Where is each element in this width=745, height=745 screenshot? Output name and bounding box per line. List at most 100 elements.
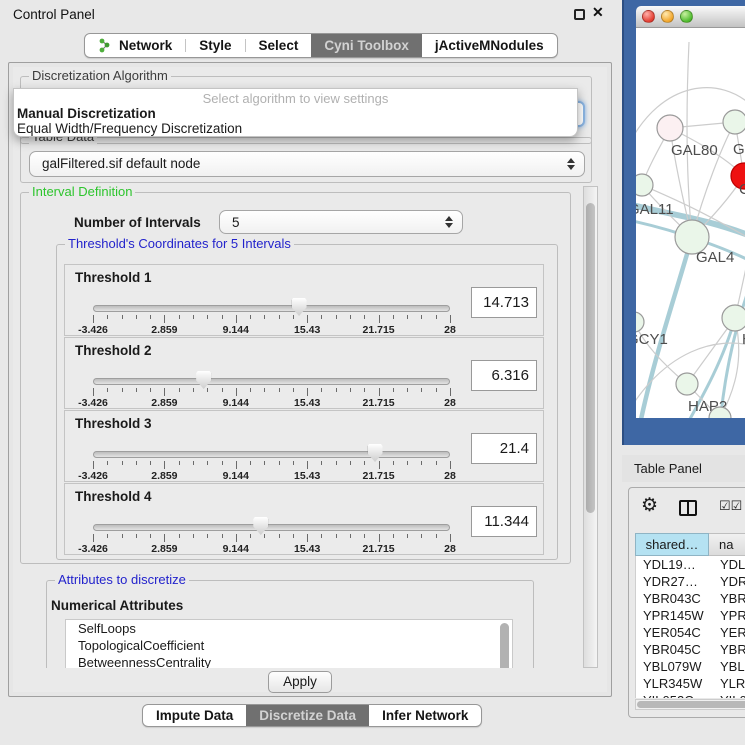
table-row[interactable]: YBR043CYBR0 [636,590,745,607]
tick-label: 15.43 [294,470,320,482]
threshold-2-slider-handle[interactable] [196,371,211,389]
cell-name[interactable]: YIL0 [710,692,745,698]
gear-icon[interactable]: ⚙ [641,494,658,517]
threshold-4-slider-track[interactable] [93,524,450,531]
popup-item-equal-width-frequency[interactable]: Equal Width/Frequency Discretization [14,121,577,136]
table-row[interactable]: YER054CYER0 [636,624,745,641]
column-selector-icon[interactable] [679,500,697,516]
cell-name[interactable]: YPR1 [710,607,745,624]
number-of-intervals-combobox[interactable]: 5 [219,210,463,234]
panel-vertical-scrollbar[interactable] [583,186,598,668]
threshold-1-panel: Threshold 1 -3.4262.8599.14415.4321.7152… [64,264,544,336]
cell-shared-name[interactable]: YLR345W [636,675,710,692]
table-row[interactable]: YPR145WYPR1 [636,607,745,624]
close-window-icon[interactable] [642,10,655,23]
cell-shared-name[interactable]: YDR27… [636,573,710,590]
tab-cyni-toolbox[interactable]: Cyni Toolbox [311,34,422,57]
network-graph[interactable]: GAL80GCGAL11GAL4GCY1HHAP2 [636,28,745,418]
threshold-1-value-field[interactable]: 14.713 [471,287,537,318]
tab-impute-data[interactable]: Impute Data [143,705,246,726]
attributes-to-discretize-group: Attributes to discretize Numerical Attri… [46,580,534,668]
zoom-window-icon[interactable] [680,10,693,23]
close-panel-icon[interactable]: ✕ [592,4,604,21]
network-node-h[interactable] [722,305,745,331]
threshold-3-slider-handle[interactable] [368,444,383,462]
interval-definition-group: Interval Definition Number of Intervals … [20,192,571,564]
threshold-1-slider-track[interactable] [93,305,450,312]
threshold-1-label: Threshold 1 [75,270,152,285]
cell-name[interactable]: YDR2 [710,573,745,590]
table-row[interactable]: YDL19…YDL1 [636,556,745,573]
minimize-window-icon[interactable] [661,10,674,23]
cell-name[interactable]: YBR0 [710,590,745,607]
column-header-name[interactable]: na [709,533,745,556]
cell-shared-name[interactable]: YIL052C [636,692,710,698]
scrollbar-thumb[interactable] [586,203,595,513]
network-node-gcy1[interactable] [636,312,644,332]
table-row[interactable]: YBL079WYBL0 [636,658,745,675]
table-row[interactable]: YIL052CYIL0 [636,692,745,698]
cell-name[interactable]: YDL1 [710,556,745,573]
cell-shared-name[interactable]: YBL079W [636,658,710,675]
tab-infer-network[interactable]: Infer Network [369,705,481,726]
tab-jactivemnodules[interactable]: jActiveMNodules [422,34,557,57]
table-panel-titlebar: Table Panel [622,455,745,482]
tick-label: -3.426 [78,543,108,555]
network-window-titlebar[interactable] [636,6,745,28]
combo-arrows-icon [567,158,575,170]
tab-discretize-data[interactable]: Discretize Data [246,705,369,726]
apply-button[interactable]: Apply [268,671,332,693]
threshold-3-value-field[interactable]: 21.4 [471,433,537,464]
table-row[interactable]: YLR345WYLR3 [636,675,745,692]
tab-select[interactable]: Select [246,34,312,57]
cell-shared-name[interactable]: YPR145W [636,607,710,624]
threshold-4-value-field[interactable]: 11.344 [471,506,537,537]
tick-label: 9.144 [223,324,249,336]
cell-name[interactable]: YLR3 [710,675,745,692]
table-panel-title: Table Panel [634,461,702,476]
attribute-list-item[interactable]: BetweennessCentrality [66,654,512,668]
scrollbar-thumb[interactable] [637,701,745,708]
network-node-hap2[interactable] [676,373,698,395]
cell-shared-name[interactable]: YDL19… [636,556,710,573]
table-data-value: galFiltered.sif default node [30,152,584,176]
threshold-2-label: Threshold 2 [75,343,152,358]
table-rows: YDL19…YDL1YDR27…YDR2YBR043CYBR0YPR145WYP… [635,556,745,698]
cell-shared-name[interactable]: YBR045C [636,641,710,658]
popup-item-manual-discretization[interactable]: Manual Discretization [14,106,577,121]
algorithm-popup-hint: Select algorithm to view settings [14,91,577,106]
cell-shared-name[interactable]: YER054C [636,624,710,641]
threshold-3-panel: Threshold 3 -3.4262.8599.14415.4321.7152… [64,410,544,482]
column-header-shared-name[interactable]: shared… [635,533,709,556]
tick-label: 9.144 [223,397,249,409]
cell-shared-name[interactable]: YBR043C [636,590,710,607]
threshold-coordinates-label: Threshold's Coordinates for 5 Intervals [65,236,294,251]
threshold-2-value-field[interactable]: 6.316 [471,360,537,391]
network-node-gal80[interactable] [657,115,683,141]
threshold-2-slider-track[interactable] [93,378,450,385]
cell-name[interactable]: YBL0 [710,658,745,675]
float-panel-icon[interactable] [574,9,585,20]
network-node-g[interactable] [723,110,745,134]
cell-name[interactable]: YBR0 [710,641,745,658]
threshold-1-slider-handle[interactable] [292,298,307,316]
select-checkboxes-icon[interactable]: ☑☑ [719,498,742,514]
numerical-attributes-list[interactable]: SelfLoopsTopologicalCoefficientBetweenne… [65,619,513,668]
table-row[interactable]: YBR045CYBR0 [636,641,745,658]
table-horizontal-scrollbar[interactable] [635,699,745,710]
threshold-4-slider-handle[interactable] [253,517,268,535]
network-canvas[interactable]: GAL80GCGAL11GAL4GCY1HHAP2 [636,28,745,418]
tick-label: 2.859 [151,470,177,482]
attribute-list-item[interactable]: SelfLoops [66,620,512,637]
list-scrollbar[interactable] [500,623,509,668]
numerical-attributes-label: Numerical Attributes [51,598,183,613]
table-data-combobox[interactable]: galFiltered.sif default node [29,151,585,177]
threshold-3-slider-track[interactable] [93,451,450,458]
tab-style[interactable]: Style [186,34,244,57]
tick-label: 2.859 [151,324,177,336]
table-row[interactable]: YDR27…YDR2 [636,573,745,590]
cell-name[interactable]: YER0 [710,624,745,641]
tab-network[interactable]: Network [85,34,185,57]
network-node-gal11[interactable] [636,174,653,196]
attribute-list-item[interactable]: TopologicalCoefficient [66,637,512,654]
